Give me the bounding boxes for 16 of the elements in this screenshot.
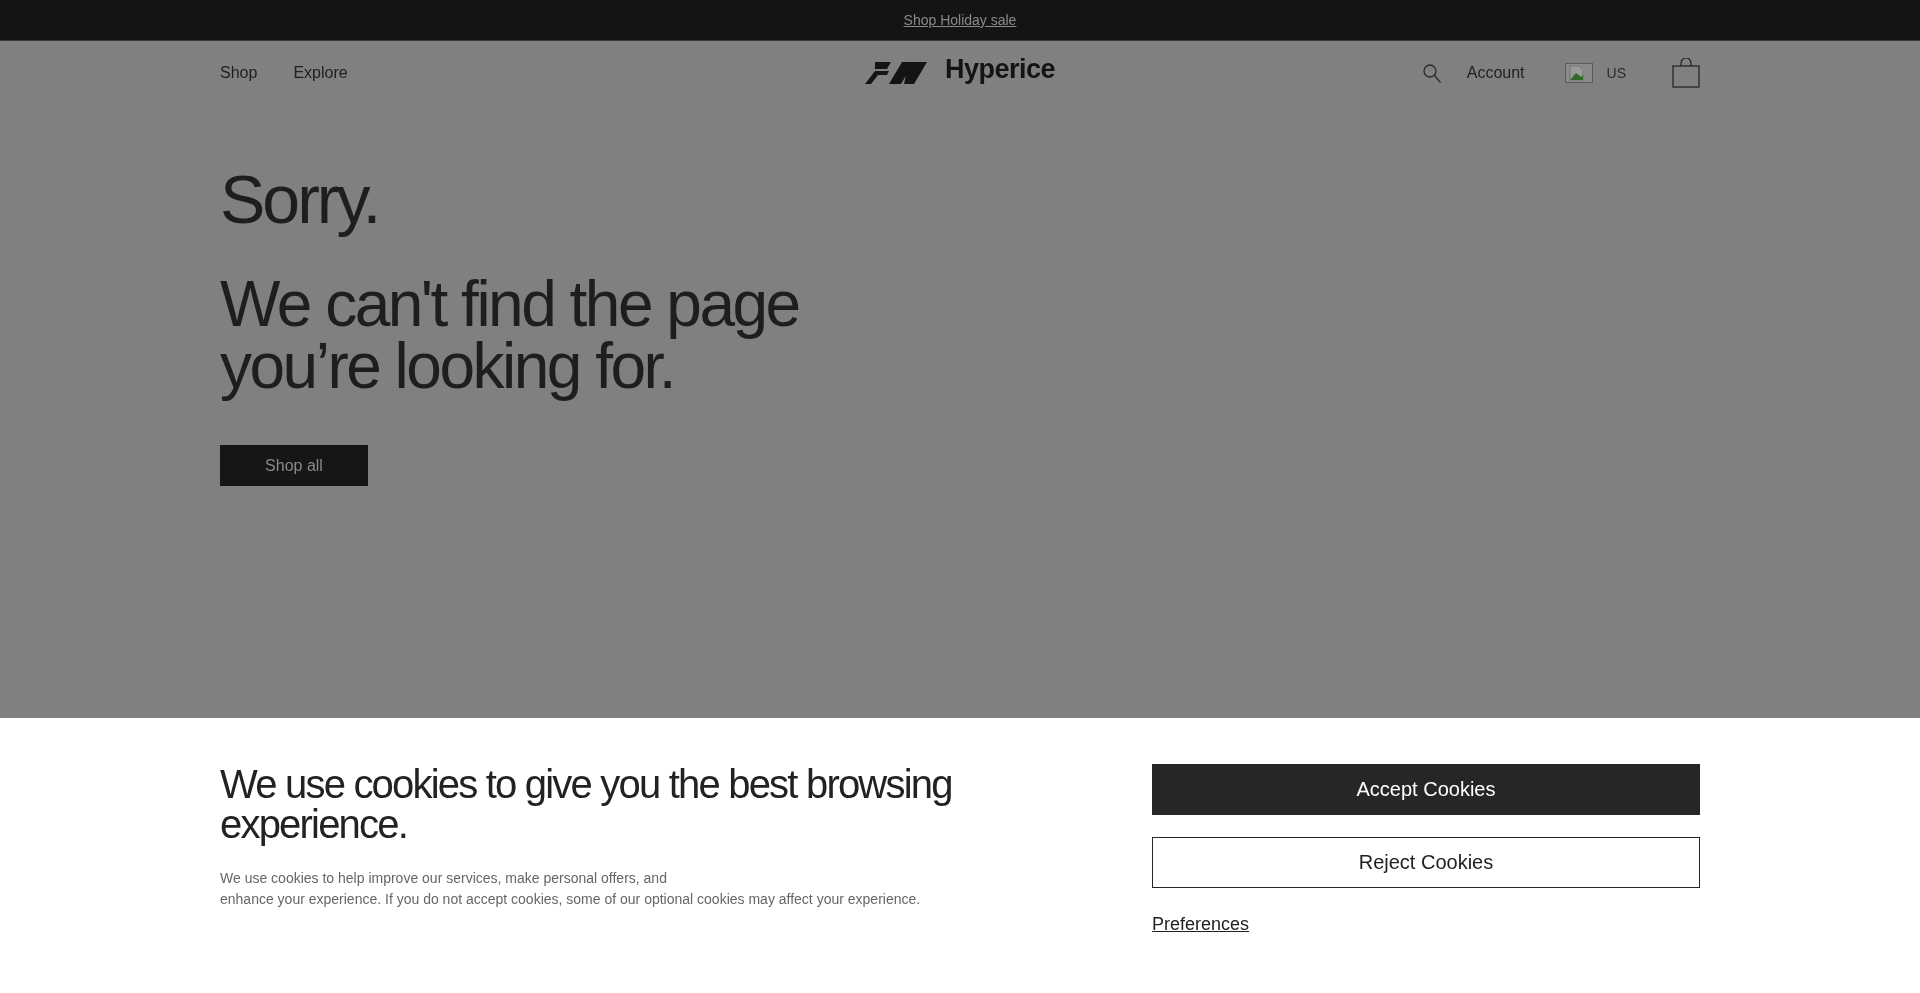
nav-link[interactable]: Shop: [220, 64, 258, 82]
accept-button[interactable]: Accept Cookies: [1152, 764, 1700, 815]
region-label[interactable]: US: [1606, 65, 1626, 81]
logo-text: Hyperice: [944, 53, 1056, 85]
promo-link[interactable]: Shop Holiday sale: [903, 12, 1017, 28]
search-icon[interactable]: [1422, 63, 1441, 83]
nav-link[interactable]: Explore: [293, 64, 348, 82]
bag-icon[interactable]: [1672, 58, 1700, 88]
broken-image-icon: [1564, 63, 1593, 83]
logo-icon: [864, 62, 927, 84]
cookie-text: We use cookies to help improve our services, make personal offers, and enhance your experience. If you do not accept cookies, some of our optional cookies may affect your experience.: [220, 869, 922, 909]
account-link[interactable]: Account: [1466, 64, 1525, 82]
reject-button[interactable]: Reject Cookies: [1152, 837, 1700, 888]
cookie-title: We use cookies to give you the best browsing experience.: [220, 764, 953, 844]
shop-all-button[interactable]: Shop all: [220, 445, 368, 486]
preferences-link[interactable]: Preferences: [1152, 914, 1250, 935]
